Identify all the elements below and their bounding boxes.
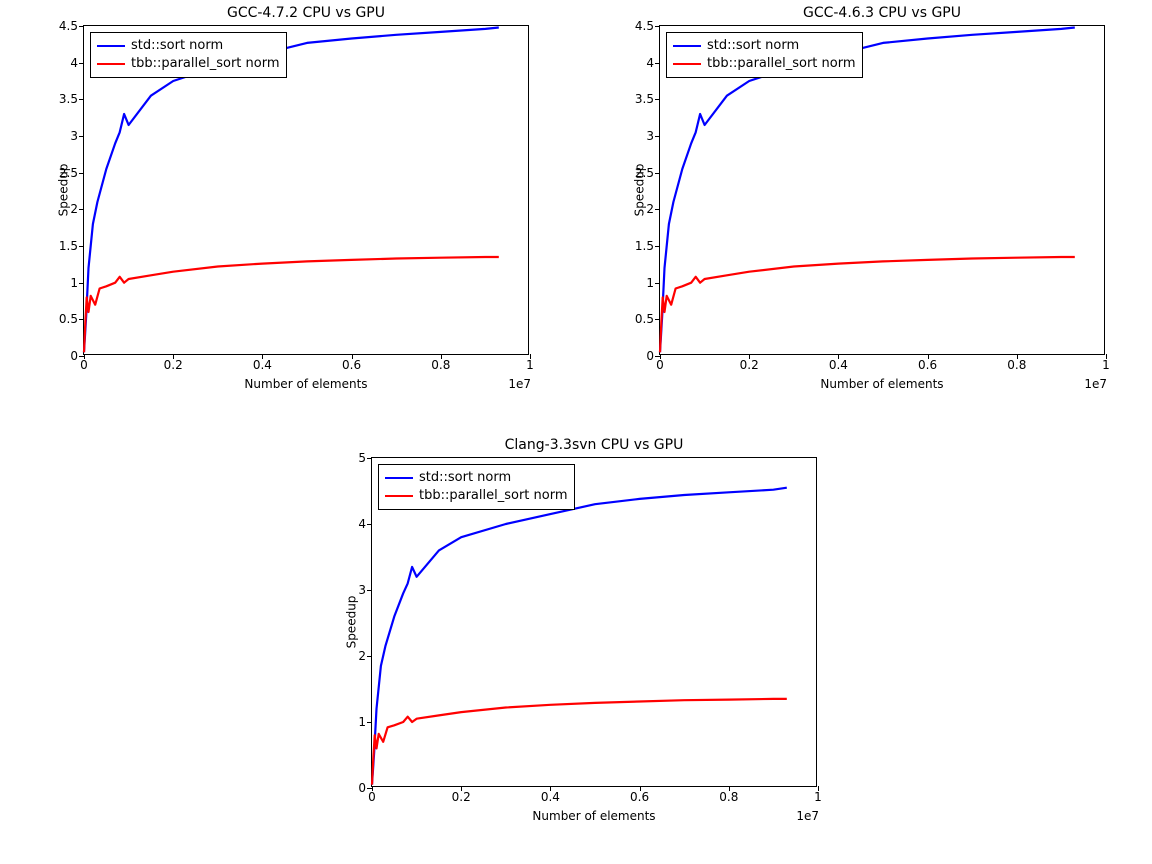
x-axis-label: Number of elements [371,809,817,823]
y-tick-label: 2 [646,202,654,216]
x-tick-label: 0.4 [829,358,848,372]
x-tick-label: 0 [656,358,664,372]
x-axis-label: Number of elements [83,377,529,391]
x-offset-text: 1e7 [796,809,819,823]
y-tick-label: 0 [70,349,78,363]
x-tick-label: 0.8 [1007,358,1026,372]
series-line [372,488,787,785]
x-tick-label: 1 [526,358,534,372]
y-tick-label: 3.5 [635,92,654,106]
y-tick-label: 4.5 [59,19,78,33]
x-tick-label: 1 [1102,358,1110,372]
y-tick-label: 3 [70,129,78,143]
legend-label: tbb::parallel_sort norm [707,55,856,73]
x-tick-label: 0 [80,358,88,372]
y-tick [79,356,84,357]
legend-entry: std::sort norm [97,37,280,55]
x-tick-label: 0.2 [452,790,471,804]
legend-swatch [673,63,701,65]
y-tick-label: 0 [646,349,654,363]
legend-entry: tbb::parallel_sort norm [385,487,568,505]
x-tick-label: 1 [814,790,822,804]
x-tick-label: 0.8 [719,790,738,804]
legend-entry: tbb::parallel_sort norm [673,55,856,73]
x-tick-label: 0.4 [541,790,560,804]
y-tick-label: 3.5 [59,92,78,106]
chart-title: GCC-4.6.3 CPU vs GPU [659,5,1105,21]
x-offset-text: 1e7 [508,377,531,391]
y-tick-label: 4.5 [635,19,654,33]
legend-swatch [97,63,125,65]
y-tick-label: 2 [358,649,366,663]
chart-title: Clang-3.3svn CPU vs GPU [371,437,817,453]
y-tick-label: 1 [70,276,78,290]
y-tick [367,788,372,789]
y-axis-label: Speedup [632,164,646,217]
chart-title: GCC-4.7.2 CPU vs GPU [83,5,529,21]
x-tick-label: 0.4 [253,358,272,372]
y-axis-label: Speedup [344,596,358,649]
x-offset-text: 1e7 [1084,377,1107,391]
legend-entry: std::sort norm [385,469,568,487]
y-tick-label: 1.5 [635,239,654,253]
legend: std::sort normtbb::parallel_sort norm [378,464,575,510]
legend: std::sort normtbb::parallel_sort norm [666,32,863,78]
y-tick [655,356,660,357]
plot-area: 00.20.40.60.8100.511.522.533.544.5std::s… [83,25,529,355]
legend-swatch [385,477,413,479]
x-tick-label: 0.6 [342,358,361,372]
x-tick-label: 0 [368,790,376,804]
legend-swatch [673,45,701,47]
y-tick-label: 1 [646,276,654,290]
x-tick-label: 0.2 [740,358,759,372]
legend-entry: tbb::parallel_sort norm [97,55,280,73]
x-tick-label: 0.8 [431,358,450,372]
series-line [660,257,1075,352]
y-tick-label: 0 [358,781,366,795]
legend-entry: std::sort norm [673,37,856,55]
plot-area: 00.20.40.60.8100.511.522.533.544.5std::s… [659,25,1105,355]
y-tick-label: 3 [358,583,366,597]
plot-area: 00.20.40.60.81012345std::sort normtbb::p… [371,457,817,787]
series-line [372,699,787,785]
x-axis-label: Number of elements [659,377,1105,391]
legend-swatch [385,495,413,497]
x-tick-label: 0.2 [164,358,183,372]
legend: std::sort normtbb::parallel_sort norm [90,32,287,78]
x-tick-label: 0.6 [630,790,649,804]
y-tick-label: 0.5 [635,312,654,326]
legend-swatch [97,45,125,47]
y-tick-label: 4 [358,517,366,531]
x-tick-label: 0.6 [918,358,937,372]
y-tick-label: 1 [358,715,366,729]
chart-0: 00.20.40.60.8100.511.522.533.544.5std::s… [83,25,529,355]
y-tick-label: 0.5 [59,312,78,326]
legend-label: std::sort norm [419,469,511,487]
legend-label: tbb::parallel_sort norm [131,55,280,73]
y-tick-label: 2 [70,202,78,216]
y-tick-label: 3 [646,129,654,143]
y-axis-label: Speedup [56,164,70,217]
y-tick-label: 4 [70,56,78,70]
legend-label: std::sort norm [131,37,223,55]
chart-1: 00.20.40.60.8100.511.522.533.544.5std::s… [659,25,1105,355]
y-tick-label: 1.5 [59,239,78,253]
legend-label: tbb::parallel_sort norm [419,487,568,505]
series-line [84,257,499,352]
chart-2: 00.20.40.60.81012345std::sort normtbb::p… [371,457,817,787]
legend-label: std::sort norm [707,37,799,55]
y-tick-label: 4 [646,56,654,70]
y-tick-label: 5 [358,451,366,465]
